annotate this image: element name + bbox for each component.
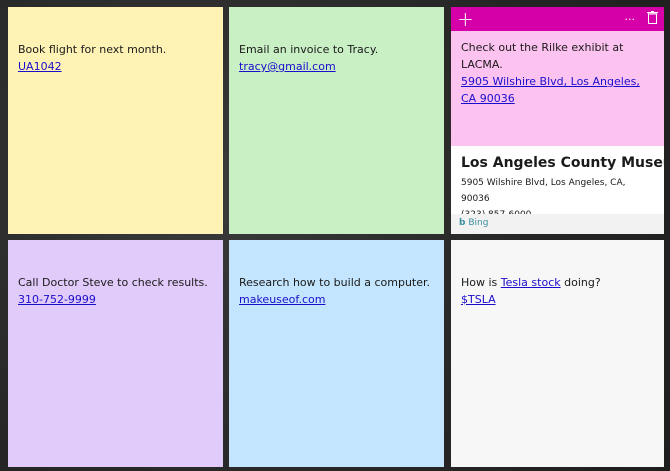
sticky-note-pink[interactable]: + ··· Check out the Rilke exhibit at LAC… — [451, 7, 664, 234]
sticky-note-blue[interactable]: Research how to build a computer. makeus… — [229, 240, 444, 467]
sticky-note-green[interactable]: Email an invoice to Tracy. tracy@gmail.c… — [229, 7, 444, 234]
sticky-note-gray[interactable]: How is Tesla stock doing? $TSLA — [451, 240, 664, 467]
add-note-icon[interactable]: + — [457, 7, 474, 31]
note-text: Check out the Rilke exhibit at LACMA. — [461, 41, 624, 71]
note-text: Book flight for next month. — [18, 43, 167, 56]
note-header: + ··· — [451, 7, 664, 31]
address-link[interactable]: 5905 Wilshire Blvd, Los Angeles, CA 9003… — [461, 75, 640, 105]
website-link[interactable]: makeuseof.com — [239, 293, 325, 306]
ticker-link[interactable]: $TSLA — [461, 293, 496, 306]
note-text: Email an invoice to Tracy. — [239, 43, 379, 56]
flight-link[interactable]: UA1042 — [18, 60, 62, 73]
delete-icon[interactable] — [647, 11, 658, 27]
phone-link[interactable]: 310-752-9999 — [18, 293, 96, 306]
email-link[interactable]: tracy@gmail.com — [239, 60, 336, 73]
note-text: How is Tesla stock doing? — [461, 276, 601, 289]
note-text: Call Doctor Steve to check results. — [18, 276, 208, 289]
sticky-note-yellow[interactable]: Book flight for next month. UA1042 — [8, 7, 223, 234]
more-options-icon[interactable]: ··· — [625, 13, 636, 26]
place-address: 5905 Wilshire Blvd, Los Angeles, CA, 900… — [461, 178, 626, 204]
bing-logo-icon: b — [459, 218, 466, 228]
bing-attribution: b Bing — [451, 214, 664, 234]
tesla-stock-link[interactable]: Tesla stock — [501, 276, 561, 289]
location-card[interactable]: Los Angeles County Museum c 5905 Wilshir… — [451, 146, 664, 234]
sticky-note-purple[interactable]: Call Doctor Steve to check results. 310-… — [8, 240, 223, 467]
note-text: Research how to build a computer. — [239, 276, 431, 289]
place-title: Los Angeles County Museum c — [461, 155, 664, 171]
